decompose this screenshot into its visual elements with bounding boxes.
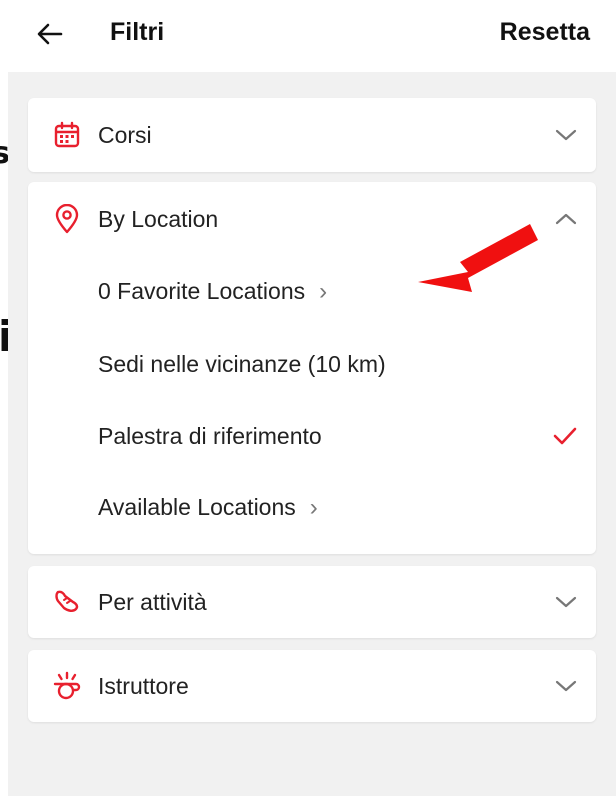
filter-header-courses[interactable]: Corsi [28,98,596,172]
whistle-icon [52,671,82,701]
filter-header-activity[interactable]: Per attività [28,566,596,638]
chevron-up-icon [552,205,580,233]
filter-card-instructor: Istruttore [28,650,596,722]
filter-list: Corsi By Location 0 Favorite Locations › [8,72,616,796]
top-app-bar: Filtri Resetta [0,0,616,72]
location-option-label: 0 Favorite Locations › [98,278,327,306]
home-gym-label: Palestra di riferimento [98,422,322,449]
location-option-nearby[interactable]: Sedi nelle vicinanze (10 km) [28,328,596,400]
chevron-right-icon: › [319,278,328,305]
calendar-icon [52,120,82,150]
checkmark-icon [553,427,577,445]
filter-header-instructor[interactable]: Istruttore [28,650,596,722]
chevron-right-icon: › [309,494,318,521]
nearby-label: Sedi nelle vicinanze (10 km) [98,350,386,377]
filter-label-courses: Corsi [98,121,152,148]
back-button[interactable] [28,12,72,56]
map-pin-icon [52,204,82,234]
sneaker-icon [52,587,82,617]
filter-label-activity: Per attività [98,588,207,615]
chevron-down-icon [552,121,580,149]
location-option-label: Available Locations › [98,494,318,522]
page-title: Filtri [110,18,165,46]
favorites-label: 0 Favorite Locations [98,278,306,304]
available-label: Available Locations [98,494,296,520]
location-option-available[interactable]: Available Locations › [28,472,596,544]
reset-button[interactable]: Resetta [500,18,590,47]
filter-label-location: By Location [98,205,219,232]
filter-card-courses: Corsi [28,98,596,172]
chevron-down-icon [552,672,580,700]
annotation-arrow-icon [418,224,538,292]
filter-card-activity: Per attività [28,566,596,638]
chevron-down-icon [552,588,580,616]
location-option-home-gym[interactable]: Palestra di riferimento [28,400,596,472]
filter-label-instructor: Istruttore [98,672,189,699]
arrow-left-icon [37,23,63,45]
